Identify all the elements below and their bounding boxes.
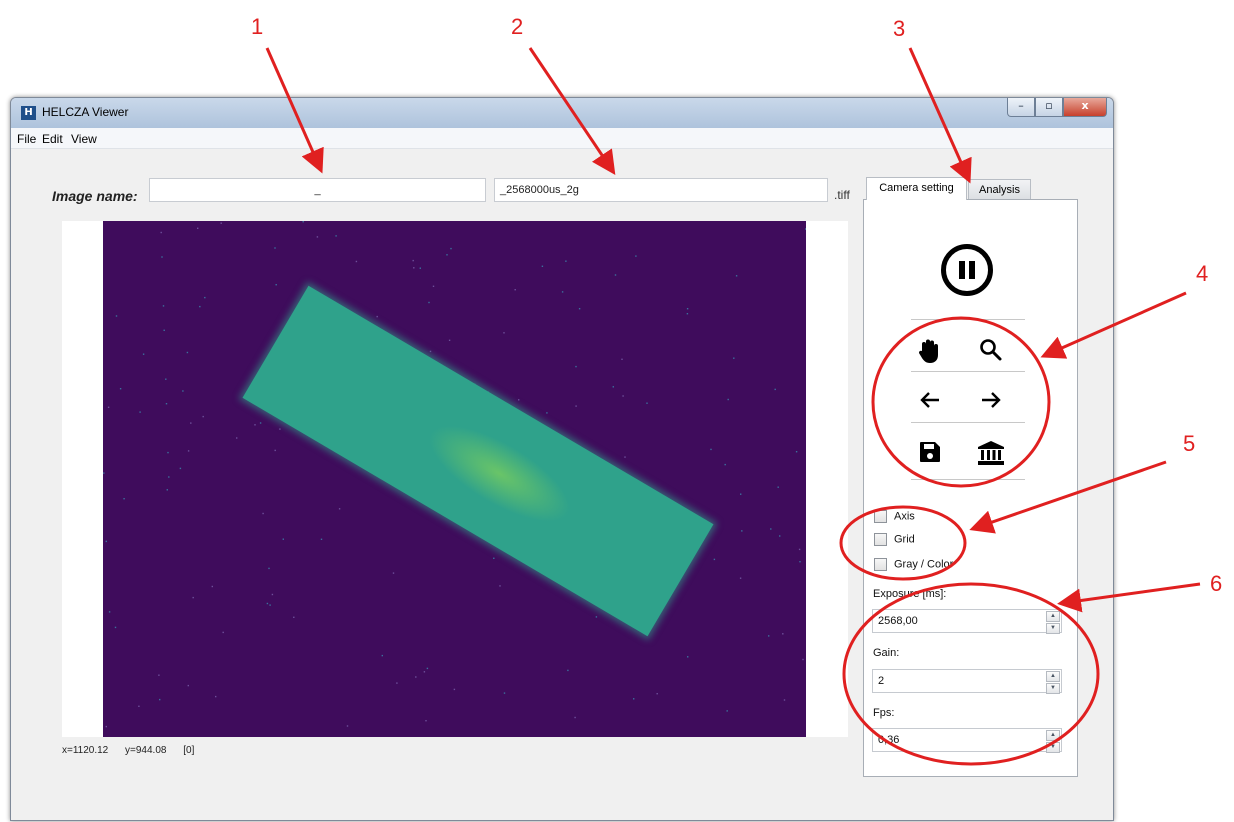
- annotation-label-2: 2: [511, 14, 524, 39]
- fps-label: Fps:: [873, 707, 895, 719]
- divider: [911, 422, 1025, 423]
- save-icon[interactable]: [912, 438, 948, 468]
- menu-edit[interactable]: Edit: [42, 132, 63, 146]
- pixel-value: [0]: [183, 745, 195, 756]
- exposure-value: 2568,00: [878, 615, 918, 627]
- checkbox-box[interactable]: [874, 510, 887, 523]
- checkbox-axis[interactable]: Axis: [874, 510, 915, 523]
- cursor-readout: x=1120.12 y=944.08 [0]: [62, 745, 208, 756]
- cursor-x: x=1120.12: [62, 745, 109, 756]
- spin-down-icon[interactable]: ▼: [1046, 623, 1060, 634]
- file-extension-label: .tiff: [834, 188, 850, 202]
- zoom-icon[interactable]: [973, 336, 1009, 366]
- cursor-y: y=944.08: [125, 745, 167, 756]
- pause-icon[interactable]: [941, 244, 993, 296]
- gain-spinbox[interactable]: 2 ▲ ▼: [872, 669, 1062, 694]
- gain-value: 2: [878, 675, 885, 687]
- exposure-spinbox[interactable]: 2568,00 ▲ ▼: [872, 609, 1062, 634]
- exposure-label: Exposure [ms]:: [873, 588, 947, 600]
- maximize-button[interactable]: ▫: [1035, 98, 1063, 117]
- gain-label: Gain:: [873, 647, 900, 659]
- annotation-label-6: 6: [1210, 571, 1223, 596]
- checkbox-label: Grid: [894, 533, 915, 546]
- checkbox-box[interactable]: [874, 533, 887, 546]
- menu-view[interactable]: View: [71, 132, 97, 146]
- arrow-right-icon[interactable]: [973, 387, 1009, 417]
- annotation-label-1: 1: [251, 14, 264, 39]
- annotation-label-3: 3: [893, 16, 906, 41]
- menu-bar: File Edit View: [11, 128, 1113, 149]
- spin-up-icon[interactable]: ▲: [1046, 730, 1060, 741]
- annotation-label-5: 5: [1183, 431, 1196, 456]
- window-controls: – ▫ x: [1007, 98, 1107, 117]
- image-name-prefix-input[interactable]: _: [149, 178, 486, 202]
- app-window: H HELCZA Viewer – ▫ x File Edit View Ima…: [10, 97, 1114, 821]
- hand-pan-icon[interactable]: [912, 336, 948, 366]
- tab-analysis[interactable]: Analysis: [968, 179, 1031, 199]
- image-name-label: Image name:: [52, 188, 138, 204]
- spin-up-icon[interactable]: ▲: [1046, 671, 1060, 682]
- checkbox-box[interactable]: [874, 558, 887, 571]
- annotation-label-4: 4: [1196, 261, 1209, 286]
- spin-down-icon[interactable]: ▼: [1046, 742, 1060, 753]
- divider: [911, 319, 1025, 320]
- close-button[interactable]: x: [1063, 98, 1107, 117]
- tab-camera-setting[interactable]: Camera setting: [866, 177, 967, 200]
- checkbox-label: Axis: [894, 510, 915, 523]
- checkbox-gray-color[interactable]: Gray / Color: [874, 558, 953, 571]
- menu-file[interactable]: File: [17, 132, 36, 146]
- home-icon[interactable]: [973, 438, 1009, 468]
- spin-down-icon[interactable]: ▼: [1046, 683, 1060, 694]
- checkbox-label: Gray / Color: [894, 558, 954, 571]
- arrow-left-icon[interactable]: [912, 387, 948, 417]
- checkbox-grid[interactable]: Grid: [874, 533, 915, 546]
- window-title: HELCZA Viewer: [42, 105, 129, 119]
- fps-value: 0,36: [878, 734, 900, 746]
- minimize-button[interactable]: –: [1007, 98, 1035, 117]
- fps-spinbox[interactable]: 0,36 ▲ ▼: [872, 728, 1062, 753]
- title-bar[interactable]: H HELCZA Viewer – ▫ x: [11, 98, 1113, 128]
- camera-image[interactable]: [103, 221, 806, 737]
- app-icon: H: [21, 106, 36, 120]
- image-canvas[interactable]: [62, 221, 848, 737]
- divider: [911, 479, 1025, 480]
- spin-up-icon[interactable]: ▲: [1046, 611, 1060, 622]
- image-name-suffix-input[interactable]: _2568000us_2g: [494, 178, 828, 202]
- divider: [911, 371, 1025, 372]
- camera-setting-panel: Axis Grid Gray / Color Exposure [ms]: 25…: [863, 199, 1078, 777]
